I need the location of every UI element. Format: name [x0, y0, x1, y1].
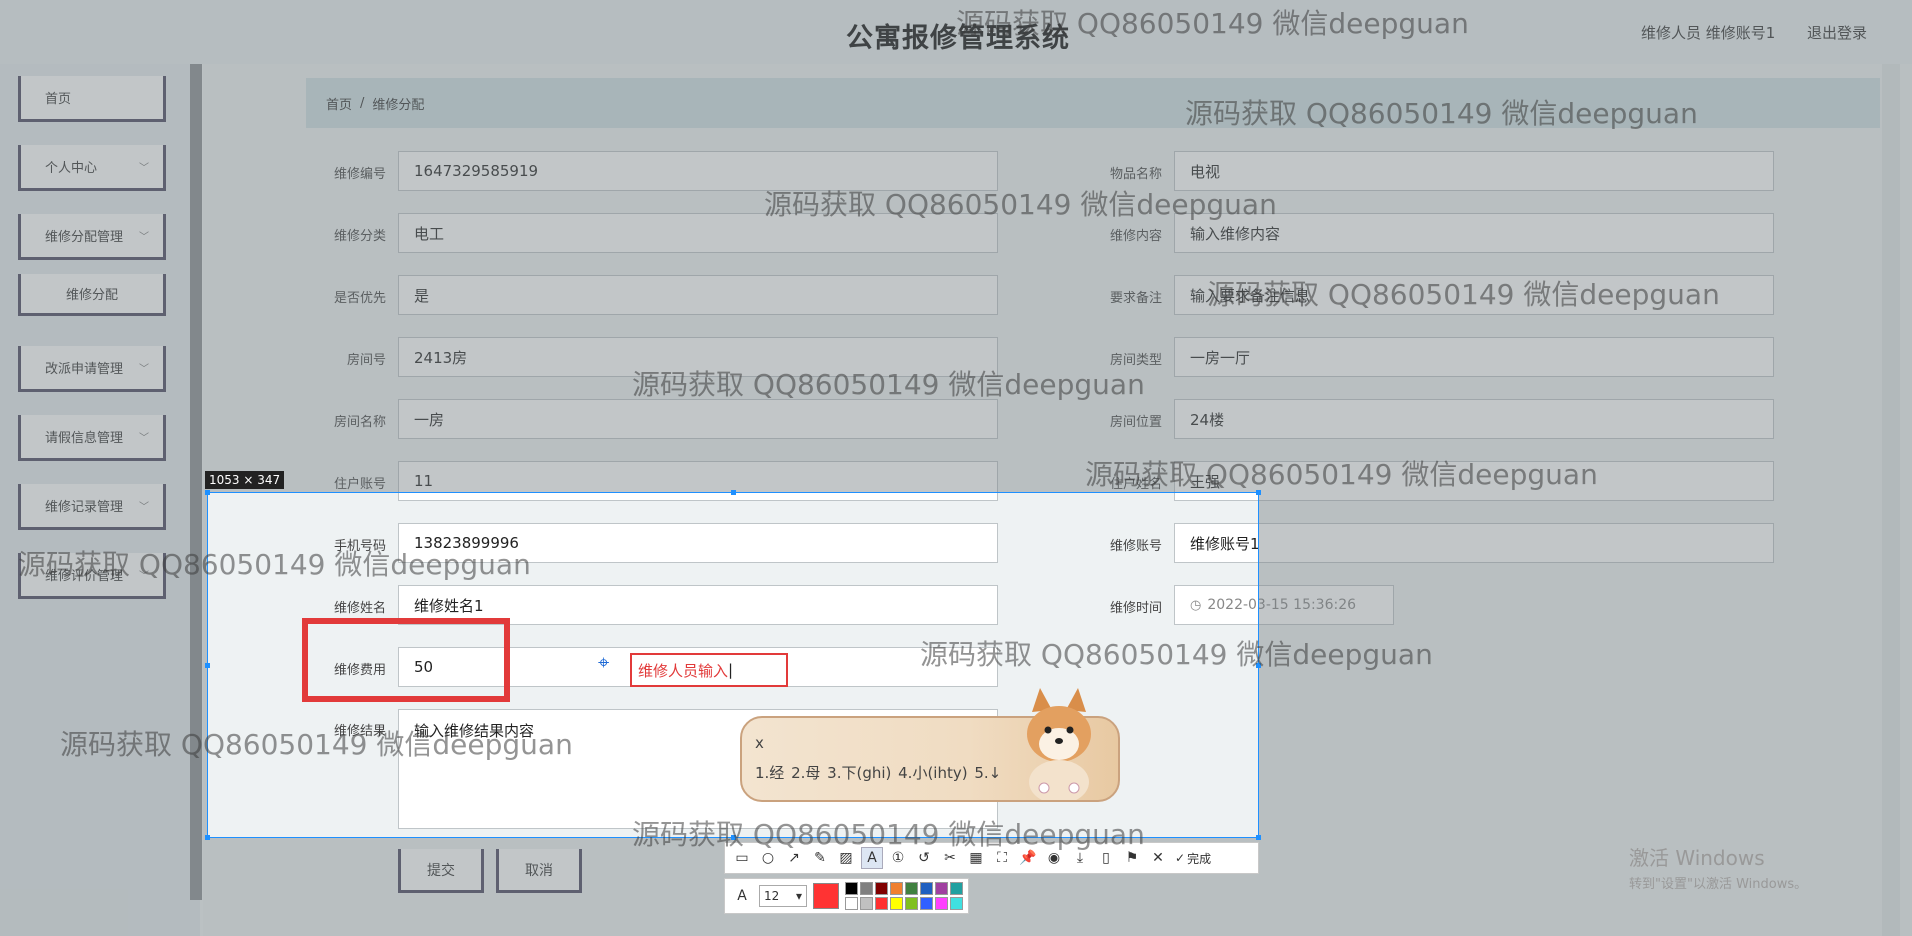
- resize-handle[interactable]: [205, 490, 210, 495]
- watermark: 源码获取 QQ86050149 微信deepguan: [18, 548, 531, 581]
- dog-mascot-icon: [1027, 688, 1091, 800]
- watermark: 源码获取 QQ86050149 微信deepguan: [1085, 458, 1598, 491]
- resize-handle[interactable]: [205, 835, 210, 840]
- color-swatch[interactable]: [950, 896, 963, 910]
- color-swatch[interactable]: [890, 896, 903, 910]
- watermark: 源码获取 QQ86050149 微信deepguan: [632, 368, 1145, 401]
- color-swatch[interactable]: [935, 881, 948, 895]
- activation-subtitle: 转到"设置"以激活 Windows。: [1629, 877, 1808, 892]
- caret-down-icon: ▾: [795, 889, 802, 903]
- watermark: 源码获取 QQ86050149 微信deepguan: [920, 638, 1433, 671]
- done-label: 完成: [1187, 851, 1212, 866]
- capture-dim-top: [0, 0, 1912, 492]
- color-swatch[interactable]: [845, 896, 858, 910]
- watermark: 源码获取 QQ86050149 微信deepguan: [956, 7, 1469, 40]
- color-swatch[interactable]: [920, 896, 933, 910]
- annotation-text-box[interactable]: 维修人员输入 |: [630, 653, 788, 687]
- resize-handle[interactable]: [731, 490, 736, 495]
- font-size-select[interactable]: 12 ▾: [759, 885, 807, 907]
- ime-candidate-window[interactable]: x 1.经 2.母 3.下(ghi) 4.小(ihty) 5.↓: [740, 688, 1120, 802]
- activation-title: 激活 Windows: [1629, 846, 1765, 870]
- crosshair-cursor-icon: ⌖: [598, 650, 610, 674]
- ime-candidates[interactable]: 1.经 2.母 3.下(ghi) 4.小(ihty) 5.↓: [755, 762, 1001, 783]
- color-swatch[interactable]: [845, 881, 858, 895]
- annotation-text: 维修人员输入: [638, 661, 729, 680]
- font-size-value: 12: [764, 889, 780, 903]
- color-swatch[interactable]: [905, 881, 918, 895]
- annotation-rectangle[interactable]: [302, 618, 510, 702]
- watermark: 源码获取 QQ86050149 微信deepguan: [632, 818, 1145, 851]
- done-button[interactable]: ✓ 完成: [1175, 850, 1211, 867]
- current-color-swatch[interactable]: [813, 883, 839, 909]
- color-palette: [845, 881, 964, 911]
- windows-activation-notice: 激活 Windows 转到"设置"以激活 Windows。: [1629, 842, 1807, 892]
- color-swatch[interactable]: [890, 881, 903, 895]
- text-style-toolbar: A 12 ▾: [724, 878, 969, 914]
- color-swatch[interactable]: [875, 896, 888, 910]
- color-swatch[interactable]: [935, 896, 948, 910]
- color-swatch[interactable]: [950, 881, 963, 895]
- watermark: 源码获取 QQ86050149 微信deepguan: [60, 728, 573, 761]
- resize-handle[interactable]: [1256, 835, 1261, 840]
- watermark: 源码获取 QQ86050149 微信deepguan: [1185, 97, 1698, 130]
- close-icon[interactable]: ✕: [1147, 847, 1169, 869]
- watermark: 源码获取 QQ86050149 微信deepguan: [764, 188, 1277, 221]
- watermark: 源码获取 QQ86050149 微信deepguan: [1207, 278, 1720, 311]
- color-swatch[interactable]: [860, 881, 873, 895]
- color-swatch[interactable]: [920, 881, 933, 895]
- font-icon: A: [737, 888, 747, 904]
- ime-typed-text: x: [755, 734, 764, 752]
- color-swatch[interactable]: [905, 896, 918, 910]
- color-swatch[interactable]: [860, 896, 873, 910]
- color-swatch[interactable]: [875, 881, 888, 895]
- resize-handle[interactable]: [205, 663, 210, 668]
- capture-size-label: 1053 × 347: [205, 471, 285, 489]
- check-icon: ✓: [1175, 851, 1186, 865]
